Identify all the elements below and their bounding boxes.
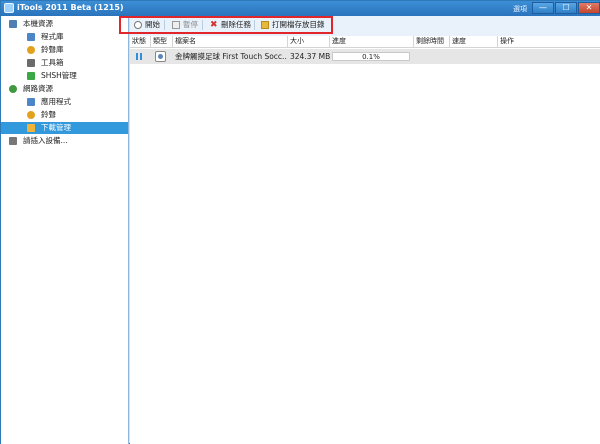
options-menu[interactable]: 選項 bbox=[513, 4, 527, 14]
column-header-status[interactable]: 狀態 bbox=[130, 36, 151, 47]
pause-status-icon[interactable] bbox=[136, 53, 142, 60]
app-library-icon bbox=[27, 33, 35, 41]
sidebar-item-ringtone-library[interactable]: 鈴聲庫 bbox=[1, 44, 128, 56]
column-header-size[interactable]: 大小 bbox=[288, 36, 330, 47]
action-cell bbox=[500, 49, 598, 64]
toolbox-icon bbox=[27, 59, 35, 67]
sidebar-item-label: 鈴聲 bbox=[41, 110, 56, 119]
sidebar-item-label: 本機資源 bbox=[23, 19, 53, 28]
sidebar-item-label: 鈴聲庫 bbox=[41, 45, 64, 54]
maximize-button[interactable]: ☐ bbox=[555, 2, 577, 14]
table-header: 狀態 類型 檔案名 大小 進度 剩餘時間 速度 操作 bbox=[130, 36, 600, 48]
sidebar-item-label: SHSH管理 bbox=[41, 71, 77, 80]
column-header-filename[interactable]: 檔案名 bbox=[173, 36, 288, 47]
sidebar-item-label: 網路資源 bbox=[23, 84, 53, 93]
app-package-icon bbox=[155, 51, 166, 62]
table-row[interactable]: 金牌觸摸足球 First Touch Socc... 324.37 MB 0.1… bbox=[130, 49, 600, 64]
sidebar-item-toolbox[interactable]: 工具箱 bbox=[1, 57, 128, 69]
column-header-action[interactable]: 操作 bbox=[498, 36, 600, 47]
column-header-type[interactable]: 類型 bbox=[151, 36, 173, 47]
column-header-remaining[interactable]: 剩餘時間 bbox=[414, 36, 450, 47]
start-label: 開始 bbox=[145, 20, 160, 29]
sidebar-item-label: 程式庫 bbox=[41, 32, 64, 41]
open-folder-label: 打開檔存放目錄 bbox=[272, 20, 325, 29]
shsh-icon bbox=[27, 72, 35, 80]
title-bar[interactable]: iTools 2011 Beta (1215) 選項 — ☐ ✕ bbox=[1, 1, 600, 16]
sidebar-item-local-resources[interactable]: 本機資源 bbox=[1, 18, 128, 30]
remaining-cell bbox=[416, 49, 448, 64]
sidebar-item-label: 應用程式 bbox=[41, 97, 71, 106]
delete-x-icon: ✖ bbox=[210, 20, 218, 30]
column-header-speed[interactable]: 速度 bbox=[450, 36, 498, 47]
sidebar-item-shsh[interactable]: SHSH管理 bbox=[1, 70, 128, 82]
download-list: 狀態 類型 檔案名 大小 進度 剩餘時間 速度 操作 金牌觸摸足球 First … bbox=[130, 36, 600, 444]
ringtone-icon bbox=[27, 111, 35, 119]
play-icon bbox=[134, 21, 142, 29]
pause-label: 暫停 bbox=[183, 20, 198, 29]
speed-cell bbox=[452, 49, 496, 64]
ringtone-icon bbox=[27, 46, 35, 54]
computer-icon bbox=[9, 20, 17, 28]
window-title: iTools 2011 Beta (1215) bbox=[17, 3, 124, 12]
download-icon bbox=[27, 124, 35, 132]
column-header-progress[interactable]: 進度 bbox=[330, 36, 414, 47]
app-window: iTools 2011 Beta (1215) 選項 — ☐ ✕ 本機資源 程式… bbox=[0, 0, 600, 444]
sidebar: 本機資源 程式庫 鈴聲庫 工具箱 SHSH管理 網路資源 應用程式 鈴聲 下載管… bbox=[1, 16, 129, 444]
sidebar-item-network-resources[interactable]: 網路資源 bbox=[1, 83, 128, 95]
sidebar-item-label: 請插入設備... bbox=[23, 136, 68, 145]
folder-icon bbox=[261, 21, 269, 29]
sidebar-item-label: 工具箱 bbox=[41, 58, 64, 67]
size-cell: 324.37 MB bbox=[290, 52, 330, 61]
globe-icon bbox=[9, 85, 17, 93]
sidebar-item-download-manager[interactable]: 下載管理 bbox=[1, 122, 128, 134]
sidebar-item-app-library[interactable]: 程式庫 bbox=[1, 31, 128, 43]
apps-icon bbox=[27, 98, 35, 106]
minimize-button[interactable]: — bbox=[532, 2, 554, 14]
filename-cell: 金牌觸摸足球 First Touch Socc... bbox=[175, 52, 287, 61]
app-logo-icon bbox=[4, 3, 14, 13]
toolbar-divider bbox=[164, 20, 165, 30]
sidebar-item-insert-device[interactable]: 請插入設備... bbox=[1, 135, 128, 147]
close-button[interactable]: ✕ bbox=[578, 2, 600, 14]
delete-task-label: 刪除任務 bbox=[221, 20, 251, 29]
sidebar-item-apps[interactable]: 應用程式 bbox=[1, 96, 128, 108]
pause-icon bbox=[172, 21, 180, 29]
sidebar-item-ringtones[interactable]: 鈴聲 bbox=[1, 109, 128, 121]
toolbar-divider bbox=[254, 20, 255, 30]
progress-text: 0.1% bbox=[362, 53, 380, 61]
device-icon bbox=[9, 137, 17, 145]
progress-bar: 0.1% bbox=[332, 52, 410, 61]
sidebar-item-label: 下載管理 bbox=[41, 123, 71, 132]
toolbar-divider bbox=[202, 20, 203, 30]
